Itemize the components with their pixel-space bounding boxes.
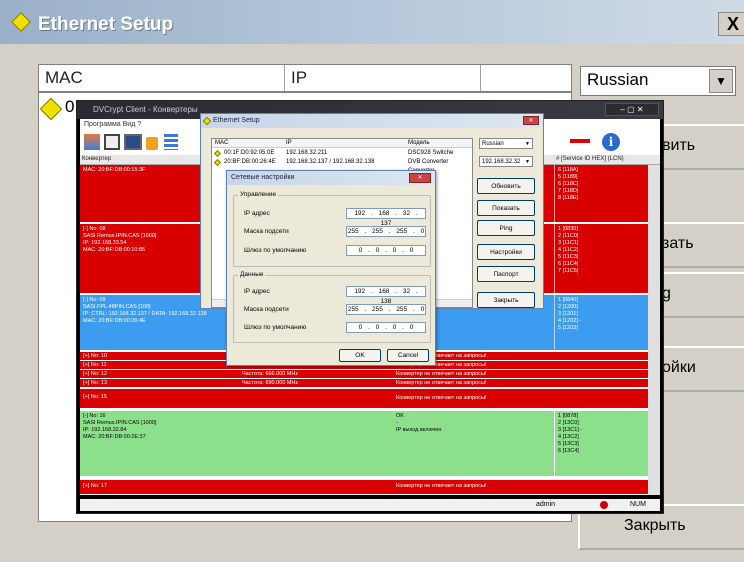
row-info: [+] No: 17 <box>83 483 108 489</box>
ctrl-ip-label: IP адрес <box>244 210 270 217</box>
device-icon <box>213 149 222 158</box>
list-item[interactable]: 20:BF:DB:00:26:4E 192.168.32.137 / 192.1… <box>212 158 472 167</box>
chevron-down-icon[interactable]: ▼ <box>709 69 733 93</box>
table-row[interactable]: [+] No: 17 Конвертер не отвечает на запр… <box>80 480 648 495</box>
control-group: Управление IP адрес 192 . 168 . 32 . 137… <box>233 191 431 267</box>
col-ip[interactable]: IP <box>286 139 292 148</box>
window-title: Ethernet Setup <box>38 14 174 35</box>
language-select[interactable]: Russian ▼ <box>580 66 736 96</box>
row-info: [+] No: 13 <box>83 380 108 386</box>
row-status: Конвертер не отвечает на запросы! <box>396 395 487 401</box>
column-mac[interactable]: MAC <box>39 65 285 91</box>
ctrl-gateway-field[interactable]: 0 . 0 . 0 . 0 <box>346 245 426 256</box>
row-status: Конвертер не отвечает на запросы! <box>396 483 487 489</box>
cancel-button[interactable]: Cancel <box>387 349 429 362</box>
lock-icon[interactable] <box>146 137 158 150</box>
table-row[interactable]: [+] No: 12 Частота: 666.000 MHz Конверте… <box>80 370 648 379</box>
ctrl-mask-label: Маска подсети <box>244 228 289 235</box>
row-services: 1 [0830] 2 [11C0] 3 [11C1] 4 [11C2] 5 [1… <box>554 224 648 293</box>
eth-ip-value: 192.168.32.32 <box>482 159 521 165</box>
item-model: DVB Converter <box>408 159 449 165</box>
eth-title: Ethernet Setup <box>201 114 543 128</box>
row-frequency: Частота: 690.000 MHz <box>242 380 299 386</box>
language-value: Russian <box>587 70 649 89</box>
row-frequency: Частота: 666.000 MHz <box>242 371 299 377</box>
ctrl-ip-field[interactable]: 192 . 168 . 32 . 137 <box>346 208 426 227</box>
data-ip-label: IP адрес <box>244 288 270 295</box>
item-model: DSC928 Switche <box>408 150 454 156</box>
info-icon[interactable]: i <box>602 133 620 151</box>
network-settings-dialog: Сетевые настройки ✕ Управление IP адрес … <box>226 170 436 366</box>
row-services: 6 [118A] 5 [1189] 6 [118C] 7 [118D] 8 [1… <box>554 165 648 222</box>
status-bar: admin NUM <box>80 499 660 511</box>
net-close-icon[interactable]: ✕ <box>409 173 431 183</box>
row-info: [+] No: 12 <box>83 371 108 377</box>
vertical-scrollbar[interactable] <box>648 165 660 495</box>
window-controls[interactable]: – ▢ ✕ <box>605 103 659 116</box>
tree-icon[interactable] <box>84 134 100 150</box>
eth-ip-select[interactable]: 192.168.32.32 ▼ <box>479 156 533 167</box>
eth-list-header: MAC IP Модель <box>212 139 472 148</box>
control-group-label: Управление <box>238 191 279 198</box>
table-row[interactable]: [+] No: 15 Конвертер не отвечает на запр… <box>80 389 648 409</box>
data-gateway-field[interactable]: 0 . 0 . 0 . 0 <box>346 322 426 333</box>
column-ip[interactable]: IP <box>285 65 481 91</box>
ok-button[interactable]: OK <box>339 349 381 362</box>
list-icon[interactable] <box>164 134 178 150</box>
close-button[interactable]: X <box>718 12 744 36</box>
eth-ping-button[interactable]: Ping <box>477 220 535 236</box>
item-mac: 00:1F:D0:92:05:0E <box>224 150 275 156</box>
item-ip: 192.168.32.137 / 192.168.32.138 <box>286 159 375 165</box>
status-user: admin <box>536 501 556 508</box>
eth-close-button[interactable]: Закрыть <box>477 292 535 308</box>
eth-show-button[interactable]: Показать <box>477 200 535 216</box>
eth-language-value: Russian <box>482 141 504 147</box>
status-num: NUM <box>630 501 646 508</box>
col-mac[interactable]: MAC <box>215 139 228 148</box>
monitor-icon[interactable] <box>124 134 142 150</box>
chevron-down-icon[interactable]: ▼ <box>525 139 530 149</box>
data-mask-label: Маска подсети <box>244 306 289 313</box>
ctrl-gateway-label: Шлюз по умолчанию <box>244 247 307 254</box>
item-mac: 20:BF:DB:00:26:4E <box>224 159 276 165</box>
device-icon <box>213 158 222 167</box>
column-model[interactable] <box>481 65 571 91</box>
eth-close-icon[interactable]: ✕ <box>523 116 539 125</box>
table-row[interactable]: [+] No: 13 Частота: 690.000 MHz Конверте… <box>80 379 648 388</box>
eth-language-select[interactable]: Russian ▼ <box>479 138 533 149</box>
row-services: 1 [0840] 2 [1200] 3 [1201] 4 [1202] - 5 … <box>554 295 648 350</box>
row-status: OK - IP выход включен <box>396 413 442 433</box>
eth-passport-button[interactable]: Паспорт <box>477 266 535 282</box>
eth-refresh-button[interactable]: Обновить <box>477 178 535 194</box>
device-icon <box>39 97 63 121</box>
data-mask-field[interactable]: 255 . 255 . 255 . 0 <box>346 304 426 315</box>
device-mac[interactable]: 0 <box>65 97 74 117</box>
row-services: 1 [0878] 2 [13C0] 3 [13C1] - 4 [13C2] 5 … <box>554 411 648 476</box>
net-title: Сетевые настройки <box>227 171 435 185</box>
header-converter[interactable]: Конвертер <box>82 155 111 164</box>
ctrl-mask-field[interactable]: 255 . 255 . 255 . 0 <box>346 226 426 237</box>
data-group: Данные IP адрес 192 . 168 . 32 . 138 Мас… <box>233 271 431 343</box>
data-group-label: Данные <box>238 271 266 278</box>
table-row[interactable]: [-] No: 16 SASI Remux.IPIN.CAS [1000] IP… <box>80 411 648 477</box>
header-service[interactable]: # [Service ID HEX] (LCN) <box>556 155 624 164</box>
error-icon <box>600 501 608 509</box>
device-list-header: MAC IP <box>38 64 572 92</box>
chevron-down-icon[interactable]: ▼ <box>525 157 530 167</box>
item-ip: 192.168.32.211 <box>286 150 328 156</box>
col-model[interactable]: Модель <box>408 139 430 148</box>
minus-icon[interactable] <box>570 139 590 143</box>
console-icon[interactable] <box>104 134 120 150</box>
data-ip-field[interactable]: 192 . 168 . 32 . 138 <box>346 286 426 305</box>
row-status: Конвертер не отвечает на запросы! <box>396 380 487 386</box>
row-status: Конвертер не отвечает на запросы! <box>396 371 487 377</box>
eth-settings-button[interactable]: Настройки <box>477 244 535 260</box>
row-info: [+] No: 15 <box>83 394 108 400</box>
data-gateway-label: Шлюз по умолчанию <box>244 324 307 331</box>
list-item[interactable]: 00:1F:D0:92:05:0E 192.168.32.211 DSC928 … <box>212 149 472 158</box>
